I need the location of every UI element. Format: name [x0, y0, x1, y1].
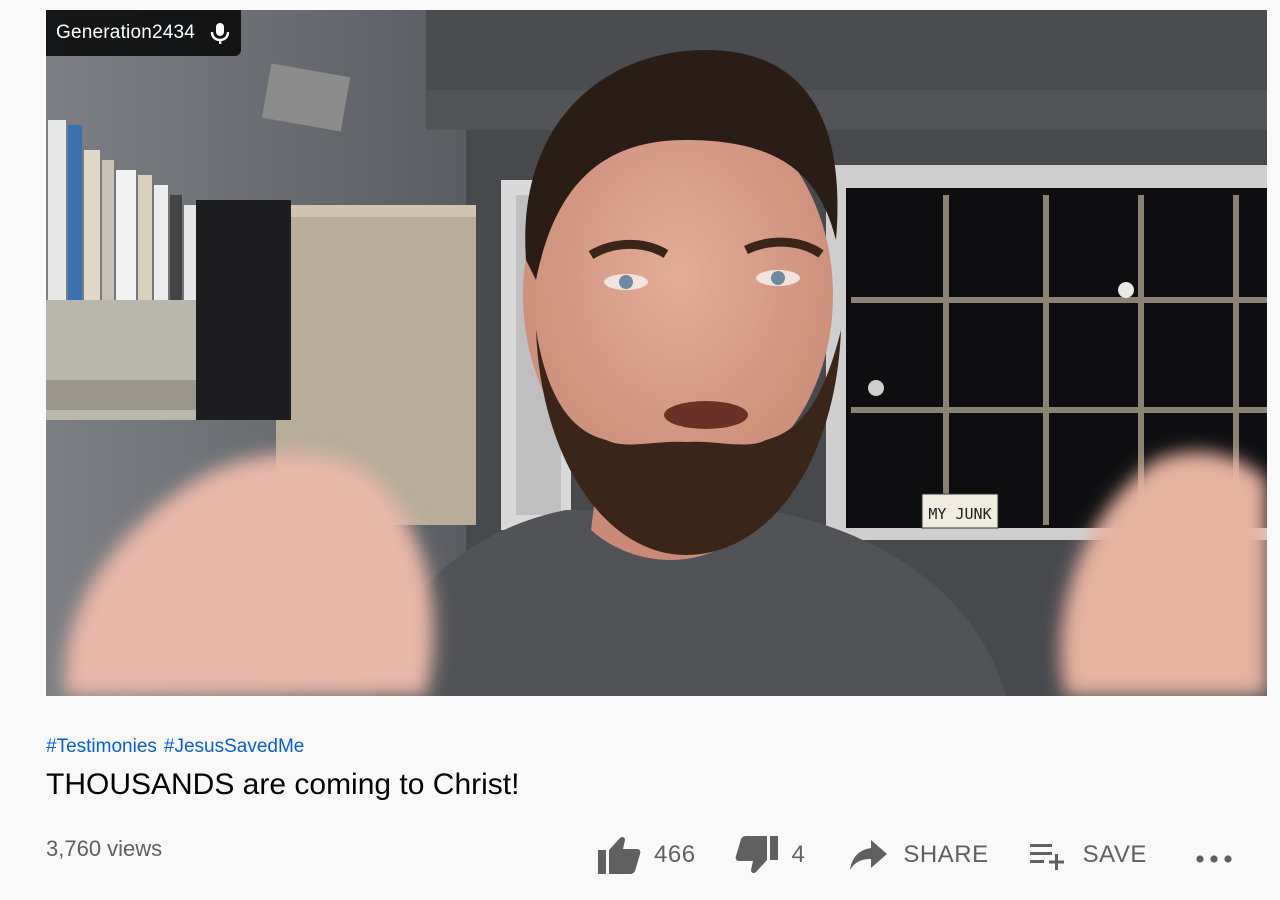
- more-horizontal-icon: [1196, 855, 1232, 863]
- video-title: THOUSANDS are coming to Christ!: [46, 768, 520, 801]
- video-frame: MY JUNK: [46, 10, 1267, 696]
- view-count: 3,760 views: [46, 836, 163, 861]
- hashtag-link[interactable]: #JesusSavedMe: [164, 736, 304, 757]
- dislike-count: 4: [791, 841, 806, 868]
- like-button[interactable]: 466: [596, 835, 696, 875]
- license-plate-text: MY JUNK: [928, 505, 991, 523]
- hashtag-links: #Testimonies #JesusSavedMe: [46, 736, 311, 758]
- thumbs-up-icon: [598, 836, 641, 874]
- share-label: SHARE: [903, 841, 989, 868]
- speaker-name-badge: Generation2434: [46, 10, 242, 56]
- save-button[interactable]: SAVE: [1029, 840, 1147, 870]
- more-actions-button[interactable]: [1195, 854, 1233, 864]
- like-count: 466: [654, 841, 696, 868]
- hashtag-link[interactable]: #Testimonies: [46, 736, 157, 757]
- share-arrow-icon: [850, 840, 888, 870]
- video-actions: 466 4 SHARE SAVE: [596, 832, 1233, 878]
- playlist-add-icon: [1029, 844, 1064, 870]
- speaker-name: Generation2434: [56, 22, 196, 43]
- dislike-button[interactable]: 4: [734, 835, 806, 875]
- share-button[interactable]: SHARE: [849, 838, 988, 872]
- video-player[interactable]: MY JUNK Generation2434: [46, 10, 1267, 696]
- thumbs-down-icon: [735, 836, 778, 874]
- save-label: SAVE: [1082, 841, 1147, 868]
- microphone-icon: [209, 21, 231, 45]
